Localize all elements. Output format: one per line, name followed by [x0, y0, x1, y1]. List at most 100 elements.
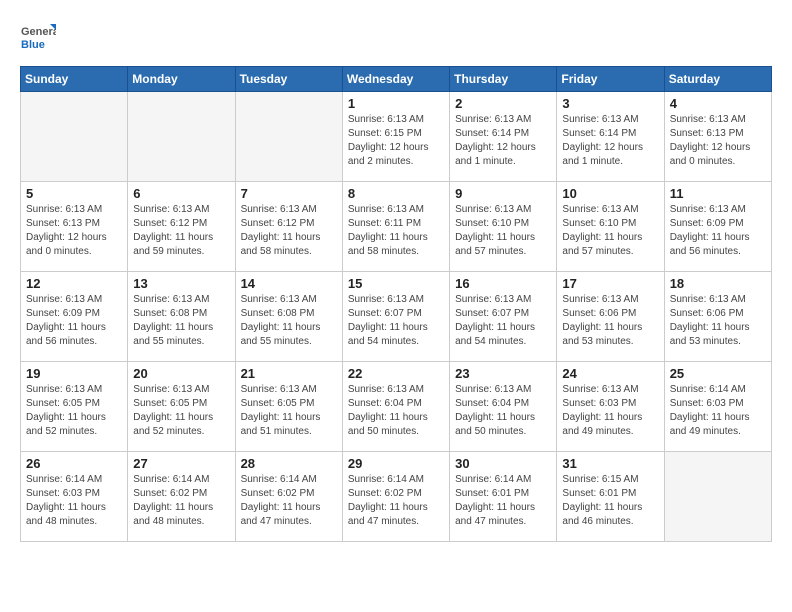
- day-cell: 26Sunrise: 6:14 AM Sunset: 6:03 PM Dayli…: [21, 452, 128, 542]
- weekday-header-thursday: Thursday: [450, 67, 557, 92]
- day-number: 24: [562, 366, 658, 381]
- day-number: 29: [348, 456, 444, 471]
- day-cell: 19Sunrise: 6:13 AM Sunset: 6:05 PM Dayli…: [21, 362, 128, 452]
- day-info: Sunrise: 6:13 AM Sunset: 6:05 PM Dayligh…: [241, 383, 337, 439]
- day-number: 18: [670, 276, 766, 291]
- day-info: Sunrise: 6:14 AM Sunset: 6:02 PM Dayligh…: [348, 473, 444, 529]
- day-number: 19: [26, 366, 122, 381]
- calendar-table: SundayMondayTuesdayWednesdayThursdayFrid…: [20, 66, 772, 542]
- day-number: 6: [133, 186, 229, 201]
- day-number: 26: [26, 456, 122, 471]
- day-number: 28: [241, 456, 337, 471]
- week-row-2: 5 Sunrise: 6:13 AM Sunset: 6:13 PM Daylig…: [21, 182, 772, 272]
- day-number: 7: [241, 186, 337, 201]
- day-cell: 14 Sunrise: 6:13 AM Sunset: 6:08 PM Dayli…: [235, 272, 342, 362]
- day-number: 20: [133, 366, 229, 381]
- day-cell: [128, 92, 235, 182]
- week-row-1: 1Sunrise: 6:13 AM Sunset: 6:15 PM Daylig…: [21, 92, 772, 182]
- day-info: Sunrise: 6:13 AM Sunset: 6:09 PM Dayligh…: [670, 203, 766, 259]
- day-number: 5: [26, 186, 122, 201]
- day-info: Sunrise: 6:14 AM Sunset: 6:02 PM Dayligh…: [241, 473, 337, 529]
- day-info: Sunrise: 6:13 AM Sunset: 6:06 PM Dayligh…: [670, 293, 766, 349]
- week-row-3: 12 Sunrise: 6:13 AM Sunset: 6:09 PM Dayli…: [21, 272, 772, 362]
- weekday-header-monday: Monday: [128, 67, 235, 92]
- day-number: 4: [670, 96, 766, 111]
- day-cell: 31 Sunrise: 6:15 AM Sunset: 6:01 PM Dayli…: [557, 452, 664, 542]
- page-header: General Blue: [20, 20, 772, 56]
- day-cell: 22Sunrise: 6:13 AM Sunset: 6:04 PM Dayli…: [342, 362, 449, 452]
- day-info: Sunrise: 6:15 AM Sunset: 6:01 PM Dayligh…: [562, 473, 658, 529]
- day-info: Sunrise: 6:13 AM Sunset: 6:04 PM Dayligh…: [348, 383, 444, 439]
- day-info: Sunrise: 6:13 AM Sunset: 6:14 PM Dayligh…: [455, 113, 551, 169]
- day-cell: 13 Sunrise: 6:13 AM Sunset: 6:08 PM Dayli…: [128, 272, 235, 362]
- day-cell: 7 Sunrise: 6:13 AM Sunset: 6:12 PM Daylig…: [235, 182, 342, 272]
- day-cell: 10Sunrise: 6:13 AM Sunset: 6:10 PM Dayli…: [557, 182, 664, 272]
- day-info: Sunrise: 6:13 AM Sunset: 6:08 PM Dayligh…: [241, 293, 337, 349]
- day-info: Sunrise: 6:13 AM Sunset: 6:13 PM Dayligh…: [26, 203, 122, 259]
- day-cell: 20 Sunrise: 6:13 AM Sunset: 6:05 PM Dayli…: [128, 362, 235, 452]
- day-cell: 8 Sunrise: 6:13 AM Sunset: 6:11 PM Daylig…: [342, 182, 449, 272]
- day-cell: 28 Sunrise: 6:14 AM Sunset: 6:02 PM Dayli…: [235, 452, 342, 542]
- day-info: Sunrise: 6:13 AM Sunset: 6:07 PM Dayligh…: [348, 293, 444, 349]
- day-cell: 16 Sunrise: 6:13 AM Sunset: 6:07 PM Dayli…: [450, 272, 557, 362]
- day-info: Sunrise: 6:14 AM Sunset: 6:03 PM Dayligh…: [670, 383, 766, 439]
- day-number: 8: [348, 186, 444, 201]
- day-cell: 23 Sunrise: 6:13 AM Sunset: 6:04 PM Dayli…: [450, 362, 557, 452]
- weekday-header-friday: Friday: [557, 67, 664, 92]
- day-number: 12: [26, 276, 122, 291]
- day-cell: [235, 92, 342, 182]
- day-info: Sunrise: 6:13 AM Sunset: 6:08 PM Dayligh…: [133, 293, 229, 349]
- day-cell: 6 Sunrise: 6:13 AM Sunset: 6:12 PM Daylig…: [128, 182, 235, 272]
- weekday-header-tuesday: Tuesday: [235, 67, 342, 92]
- day-number: 2: [455, 96, 551, 111]
- day-info: Sunrise: 6:13 AM Sunset: 6:04 PM Dayligh…: [455, 383, 551, 439]
- day-cell: 27 Sunrise: 6:14 AM Sunset: 6:02 PM Dayli…: [128, 452, 235, 542]
- weekday-header-sunday: Sunday: [21, 67, 128, 92]
- logo-svg: General Blue: [20, 20, 56, 56]
- day-number: 31: [562, 456, 658, 471]
- day-info: Sunrise: 6:13 AM Sunset: 6:12 PM Dayligh…: [241, 203, 337, 259]
- day-number: 9: [455, 186, 551, 201]
- day-cell: 9 Sunrise: 6:13 AM Sunset: 6:10 PM Daylig…: [450, 182, 557, 272]
- svg-text:Blue: Blue: [21, 39, 45, 51]
- day-cell: [664, 452, 771, 542]
- day-number: 25: [670, 366, 766, 381]
- day-info: Sunrise: 6:13 AM Sunset: 6:12 PM Dayligh…: [133, 203, 229, 259]
- weekday-header-saturday: Saturday: [664, 67, 771, 92]
- weekday-header-wednesday: Wednesday: [342, 67, 449, 92]
- day-info: Sunrise: 6:14 AM Sunset: 6:01 PM Dayligh…: [455, 473, 551, 529]
- day-info: Sunrise: 6:13 AM Sunset: 6:13 PM Dayligh…: [670, 113, 766, 169]
- day-number: 13: [133, 276, 229, 291]
- day-cell: 21Sunrise: 6:13 AM Sunset: 6:05 PM Dayli…: [235, 362, 342, 452]
- day-cell: 18 Sunrise: 6:13 AM Sunset: 6:06 PM Dayli…: [664, 272, 771, 362]
- day-number: 23: [455, 366, 551, 381]
- day-info: Sunrise: 6:13 AM Sunset: 6:03 PM Dayligh…: [562, 383, 658, 439]
- day-info: Sunrise: 6:13 AM Sunset: 6:11 PM Dayligh…: [348, 203, 444, 259]
- day-cell: 30Sunrise: 6:14 AM Sunset: 6:01 PM Dayli…: [450, 452, 557, 542]
- day-cell: 24 Sunrise: 6:13 AM Sunset: 6:03 PM Dayli…: [557, 362, 664, 452]
- day-cell: [21, 92, 128, 182]
- day-info: Sunrise: 6:13 AM Sunset: 6:05 PM Dayligh…: [133, 383, 229, 439]
- day-info: Sunrise: 6:13 AM Sunset: 6:06 PM Dayligh…: [562, 293, 658, 349]
- day-info: Sunrise: 6:13 AM Sunset: 6:10 PM Dayligh…: [562, 203, 658, 259]
- day-cell: 15 Sunrise: 6:13 AM Sunset: 6:07 PM Dayli…: [342, 272, 449, 362]
- day-number: 1: [348, 96, 444, 111]
- day-cell: 11 Sunrise: 6:13 AM Sunset: 6:09 PM Dayli…: [664, 182, 771, 272]
- day-info: Sunrise: 6:13 AM Sunset: 6:09 PM Dayligh…: [26, 293, 122, 349]
- day-number: 3: [562, 96, 658, 111]
- day-cell: 17 Sunrise: 6:13 AM Sunset: 6:06 PM Dayli…: [557, 272, 664, 362]
- day-info: Sunrise: 6:13 AM Sunset: 6:07 PM Dayligh…: [455, 293, 551, 349]
- day-number: 11: [670, 186, 766, 201]
- week-row-4: 19 Sunrise: 6:13 AM Sunset: 6:05 PM Dayli…: [21, 362, 772, 452]
- day-number: 17: [562, 276, 658, 291]
- day-number: 27: [133, 456, 229, 471]
- week-row-5: 26Sunrise: 6:14 AM Sunset: 6:03 PM Dayli…: [21, 452, 772, 542]
- day-cell: 4 Sunrise: 6:13 AM Sunset: 6:13 PM Daylig…: [664, 92, 771, 182]
- day-cell: 12 Sunrise: 6:13 AM Sunset: 6:09 PM Dayli…: [21, 272, 128, 362]
- day-number: 14: [241, 276, 337, 291]
- weekday-header-row: SundayMondayTuesdayWednesdayThursdayFrid…: [21, 67, 772, 92]
- day-number: 16: [455, 276, 551, 291]
- day-info: Sunrise: 6:14 AM Sunset: 6:02 PM Dayligh…: [133, 473, 229, 529]
- day-info: Sunrise: 6:13 AM Sunset: 6:10 PM Dayligh…: [455, 203, 551, 259]
- day-number: 15: [348, 276, 444, 291]
